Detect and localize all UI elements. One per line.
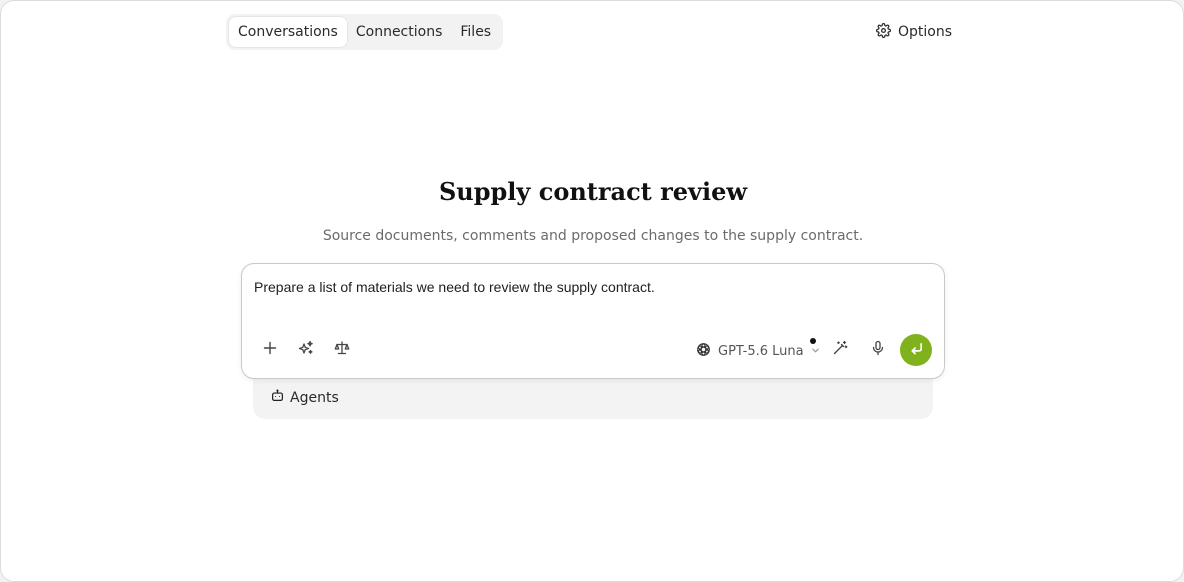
chat-composer: GPT-5.6 Luna: [241, 263, 945, 379]
options-label: Options: [898, 24, 953, 40]
microphone-icon: [870, 340, 886, 360]
compare-button[interactable]: [330, 338, 354, 362]
voice-input-button[interactable]: [866, 338, 890, 362]
gear-icon: [876, 22, 891, 42]
options-button[interactable]: Options: [876, 21, 952, 43]
agents-button[interactable]: Agents: [271, 389, 339, 406]
scales-icon: [334, 340, 350, 360]
tab-connections[interactable]: Connections: [347, 17, 452, 47]
page-title: Supply contract review: [438, 177, 748, 206]
sparkles-icon: [298, 340, 314, 360]
tab-conversations[interactable]: Conversations: [229, 17, 347, 47]
model-selector[interactable]: GPT-5.6 Luna: [696, 341, 820, 361]
page-subtitle: Source documents, comments and proposed …: [322, 228, 864, 244]
send-button[interactable]: [900, 334, 932, 366]
app-window: Conversations Connections Files Options …: [0, 0, 1184, 582]
status-dot: [810, 338, 816, 344]
tab-files[interactable]: Files: [451, 17, 500, 47]
prompt-input[interactable]: [254, 277, 934, 297]
magic-wand-icon: [832, 340, 848, 360]
magic-wand-button[interactable]: [828, 338, 852, 362]
model-label: GPT-5.6 Luna: [718, 343, 804, 359]
agents-label: Agents: [290, 389, 339, 406]
enter-arrow-icon: [909, 341, 924, 360]
chevron-down-icon: [811, 344, 820, 359]
robot-icon: [271, 389, 284, 406]
top-tabs: Conversations Connections Files: [226, 14, 504, 50]
enhance-prompt-button[interactable]: [294, 338, 318, 362]
openai-logo-icon: [696, 342, 711, 361]
plus-icon: [262, 340, 278, 360]
add-attachment-button[interactable]: [258, 338, 282, 362]
